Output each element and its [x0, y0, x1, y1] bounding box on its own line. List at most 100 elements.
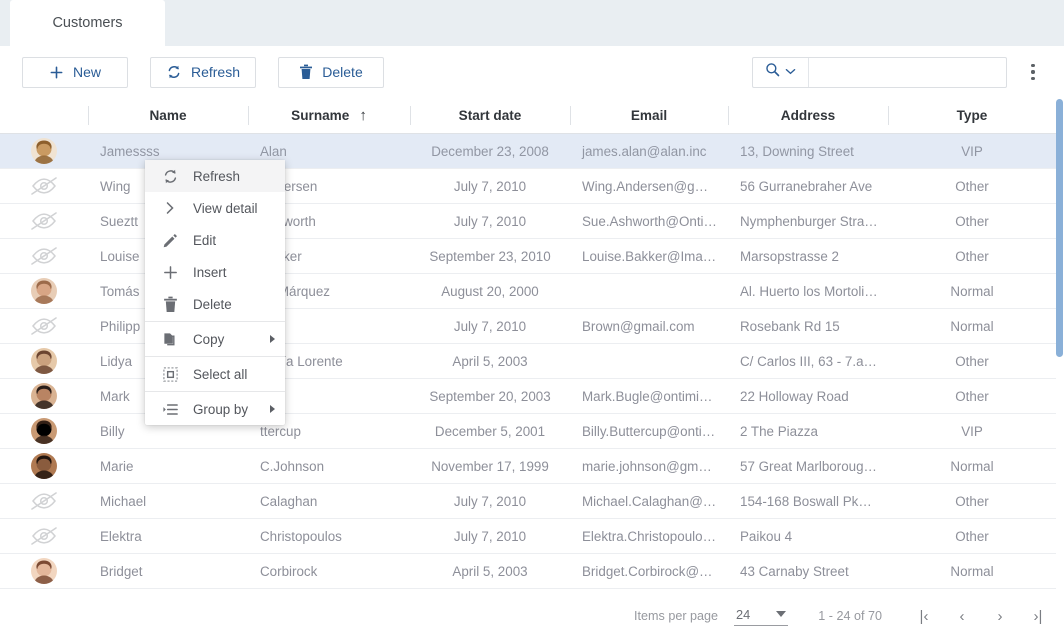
cell-email: marie.johnson@gma…	[570, 448, 728, 484]
cell-start-date: July 7, 2010	[410, 203, 570, 239]
cell-email: Louise.Bakker@Imati…	[570, 238, 728, 274]
refresh-button[interactable]: Refresh	[150, 56, 256, 88]
cell-avatar	[0, 448, 88, 484]
column-header-label: Surname	[291, 108, 350, 123]
search-icon	[765, 62, 780, 82]
kebab-dot	[1031, 70, 1035, 74]
cell-start-date: July 7, 2010	[410, 518, 570, 554]
prev-page-button[interactable]: ‹	[954, 606, 970, 626]
search-options-button[interactable]	[753, 57, 809, 87]
menu-item-copy[interactable]: Copy	[145, 323, 285, 355]
vertical-scrollbar[interactable]	[1056, 98, 1064, 572]
new-button[interactable]: New	[22, 56, 128, 88]
cell-avatar	[0, 273, 88, 309]
toolbar: New Refresh Delete	[0, 46, 1064, 98]
scrollbar-thumb[interactable]	[1056, 99, 1063, 357]
no-image-icon	[29, 243, 59, 269]
cell-address: 13, Downing Street	[728, 133, 888, 169]
tab-customers[interactable]: Customers	[10, 0, 165, 46]
pencil-icon	[161, 232, 179, 249]
column-header-type[interactable]: Type	[888, 98, 1056, 134]
cell-address: 56 Gurranebraher Ave	[728, 168, 888, 204]
cell-email: Brown@gmail.com	[570, 308, 728, 344]
cell-type: Other	[888, 343, 1056, 379]
cell-address: 57 Great Marlboroug…	[728, 448, 888, 484]
column-header-email[interactable]: Email	[570, 98, 728, 134]
last-page-button[interactable]: ›|	[1030, 606, 1046, 626]
column-header-label: Type	[956, 108, 988, 123]
first-page-button[interactable]: |‹	[916, 606, 932, 626]
menu-item-select-all[interactable]: Select all	[145, 358, 285, 390]
sort-ascending-icon[interactable]: ↑	[359, 107, 367, 124]
column-header-label: Start date	[458, 108, 522, 123]
cell-address: Marsopstrasse 2	[728, 238, 888, 274]
tab-label: Customers	[52, 15, 123, 31]
submenu-arrow-icon	[270, 405, 275, 413]
refresh-icon	[166, 64, 182, 80]
cell-address: C/ Carlos III, 63 - 7.a …	[728, 343, 888, 379]
new-button-label: New	[72, 64, 101, 80]
menu-item-label: Select all	[193, 366, 248, 382]
group-by-icon	[161, 401, 179, 418]
plus-icon	[161, 264, 179, 281]
cell-start-date: July 7, 2010	[410, 308, 570, 344]
cell-type: Other	[888, 378, 1056, 414]
menu-item-view-detail[interactable]: View detail	[145, 192, 285, 224]
column-header-label: Email	[630, 108, 668, 123]
cell-type: VIP	[888, 133, 1056, 169]
table-row[interactable]: Michael Calaghan July 7, 2010 Michael.Calag…	[0, 483, 1056, 519]
cell-start-date: July 7, 2010	[410, 168, 570, 204]
avatar	[31, 418, 57, 444]
cell-type: Other	[888, 168, 1056, 204]
cell-avatar	[0, 553, 88, 589]
cell-email	[570, 343, 728, 379]
table-row[interactable]: Elektra Christopoulos July 7, 2010 Elektra.…	[0, 518, 1056, 554]
items-per-page-value: 24	[736, 606, 751, 622]
column-header-label: Address	[780, 108, 836, 123]
column-header-address[interactable]: Address	[728, 98, 888, 134]
menu-item-label: Insert	[193, 264, 227, 280]
menu-separator	[145, 356, 285, 357]
refresh-icon	[161, 168, 179, 185]
menu-item-group-by[interactable]: Group by	[145, 393, 285, 425]
no-image-icon	[29, 313, 59, 339]
menu-item-label: Delete	[193, 296, 232, 312]
menu-item-refresh[interactable]: Refresh	[145, 160, 285, 192]
no-image-icon	[29, 173, 59, 199]
column-header-label: Name	[149, 108, 187, 123]
search-box	[752, 56, 1007, 88]
column-header-surname[interactable]: Surname ↑	[248, 98, 410, 134]
menu-item-delete[interactable]: Delete	[145, 288, 285, 320]
column-header-start-date[interactable]: Start date	[410, 98, 570, 134]
delete-button[interactable]: Delete	[278, 56, 384, 88]
column-header-name[interactable]: Name	[88, 98, 248, 134]
menu-item-edit[interactable]: Edit	[145, 224, 285, 256]
table-row[interactable]: Bridget Corbirock April 5, 2003 Bridget.Cor…	[0, 553, 1056, 589]
cell-avatar	[0, 308, 88, 344]
submenu-arrow-icon	[270, 335, 275, 343]
no-image-icon	[29, 488, 59, 514]
table-head: Name Surname ↑ Start date Email Address	[0, 98, 1056, 134]
cell-email: Mark.Bugle@ontimiz…	[570, 378, 728, 414]
avatar	[31, 383, 57, 409]
cell-name: Elektra	[88, 518, 248, 554]
no-image-icon	[29, 523, 59, 549]
chevron-right-icon	[161, 200, 179, 216]
next-page-button[interactable]: ›	[992, 606, 1008, 626]
overflow-menu-button[interactable]	[1020, 56, 1046, 88]
cell-type: Normal	[888, 308, 1056, 344]
cell-avatar	[0, 133, 88, 169]
items-per-page-select[interactable]: 24	[734, 606, 789, 626]
avatar	[31, 138, 57, 164]
cell-start-date: December 5, 2001	[410, 413, 570, 449]
search-input[interactable]	[809, 57, 1006, 87]
table-row[interactable]: Marie C.Johnson November 17, 1999 marie.joh…	[0, 448, 1056, 484]
cell-type: VIP	[888, 413, 1056, 449]
cell-surname: Corbirock	[248, 553, 410, 589]
menu-item-insert[interactable]: Insert	[145, 256, 285, 288]
trash-icon	[299, 64, 313, 80]
chevron-down-icon	[785, 63, 796, 81]
cell-email: Sue.Ashworth@Onti…	[570, 203, 728, 239]
cell-start-date: December 23, 2008	[410, 133, 570, 169]
column-header-avatar	[0, 98, 88, 134]
